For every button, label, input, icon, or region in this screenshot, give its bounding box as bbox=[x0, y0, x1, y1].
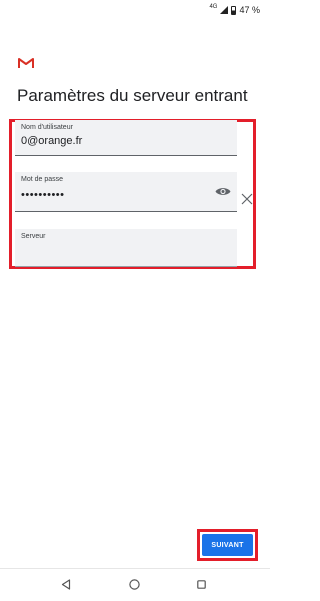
home-circle-icon[interactable] bbox=[129, 579, 140, 590]
back-triangle-icon[interactable] bbox=[61, 579, 71, 590]
signal-icon bbox=[220, 6, 229, 14]
username-label: Nom d'utilisateur bbox=[21, 124, 73, 131]
battery-icon bbox=[231, 5, 237, 15]
network-indicator: 4G bbox=[209, 4, 218, 10]
eye-icon[interactable] bbox=[215, 186, 231, 197]
next-button[interactable]: SUIVANT bbox=[202, 534, 253, 556]
recent-square-icon[interactable] bbox=[197, 580, 206, 589]
password-field[interactable]: Mot de passe •••••••••• bbox=[15, 172, 237, 212]
password-label: Mot de passe bbox=[21, 176, 64, 183]
username-field[interactable]: Nom d'utilisateur 0@orange.fr bbox=[15, 120, 237, 156]
password-value: •••••••••• bbox=[21, 189, 65, 201]
status-bar: 4G 47 % bbox=[0, 0, 270, 20]
server-label: Serveur bbox=[21, 233, 46, 240]
close-icon[interactable] bbox=[241, 193, 253, 205]
page-title: Paramètres du serveur entrant bbox=[17, 86, 248, 105]
battery-percentage: 47 % bbox=[239, 5, 260, 15]
gmail-logo-icon bbox=[18, 58, 34, 68]
username-value: 0@orange.fr bbox=[21, 135, 83, 147]
navigation-bar bbox=[0, 568, 270, 601]
server-field[interactable]: Serveur bbox=[15, 229, 237, 267]
